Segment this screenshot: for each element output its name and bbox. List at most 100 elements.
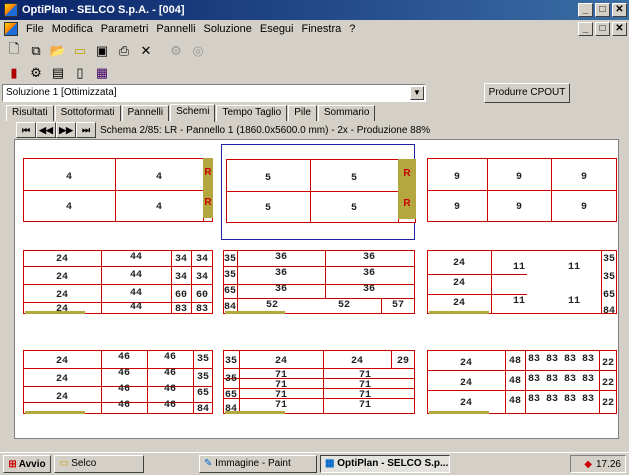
tab-sommario[interactable]: Sommario <box>317 105 376 121</box>
doc-maximize-button[interactable]: □ <box>595 22 610 36</box>
piece-label: 24 <box>55 272 68 283</box>
piece-label: 24 <box>55 374 68 385</box>
piece-label: 65 <box>224 390 237 401</box>
folder-icon[interactable]: ▭ <box>70 41 90 61</box>
piece-label: 9 <box>580 172 587 183</box>
piece-label: 34 <box>174 272 187 283</box>
piece-label: 83 <box>581 394 594 405</box>
gear-icon[interactable]: ⚙ <box>26 63 46 83</box>
menu-parametri[interactable]: Parametri <box>97 23 153 35</box>
minimize-button[interactable]: _ <box>578 3 593 17</box>
chevron-down-icon[interactable]: ▼ <box>410 86 424 100</box>
save-icon[interactable]: ▣ <box>92 41 112 61</box>
piece-label: 34 <box>195 254 208 265</box>
piece-label: 84 <box>196 404 209 415</box>
piece-label: 24 <box>55 290 68 301</box>
piece-label: 24 <box>55 304 68 315</box>
tab-tempo-taglio[interactable]: Tempo Taglio <box>216 105 288 121</box>
piece-label: 35 <box>602 272 615 283</box>
piece-label: 84 <box>224 404 237 415</box>
doc-close-button[interactable]: ✕ <box>612 22 627 36</box>
new-icon[interactable]: 🗋 <box>4 41 24 61</box>
piece-label: 24 <box>55 392 68 403</box>
gear-disabled-icon[interactable]: ⚙ <box>166 41 186 61</box>
piece-label: 35 <box>224 374 237 385</box>
cutting-scheme-2: 5 5 R 5 5 R <box>221 144 416 240</box>
monitor-icon[interactable]: ▤ <box>48 63 68 83</box>
windows-logo-icon: ⊞ <box>8 458 17 470</box>
first-schema-button[interactable]: ⏮ <box>16 122 36 138</box>
circle-disabled-icon[interactable]: ◎ <box>188 41 208 61</box>
remnant-label: R <box>398 159 416 189</box>
piece-label: 5 <box>264 203 271 214</box>
system-tray: ◆ 17.26 <box>570 455 626 473</box>
task-selco[interactable]: ▭ Selco <box>54 455 144 473</box>
piece-label: 48 <box>508 356 521 367</box>
doc-minimize-button[interactable]: _ <box>578 22 593 36</box>
next-schema-button[interactable]: ▶▶ <box>56 122 76 138</box>
produrre-cpout-button[interactable]: Produrre CPOUT <box>484 83 570 103</box>
document-window-icon <box>4 22 18 36</box>
cutting-scheme-7: 24 46 46 35 24 46 46 35 46 46 65 24 46 46 84 <box>19 344 213 440</box>
piece-label: 22 <box>601 398 614 409</box>
task-paint[interactable]: ✎ Immagine - Paint <box>199 455 317 473</box>
tab-pannelli[interactable]: Pannelli <box>121 105 170 121</box>
piece-label: 11 <box>567 296 580 307</box>
last-schema-button[interactable]: ⏭ <box>76 122 96 138</box>
document-icon[interactable]: ▯ <box>70 63 90 83</box>
piece-label: 4 <box>155 202 162 213</box>
tab-sottoformati[interactable]: Sottoformati <box>54 105 121 121</box>
piece-label: 46 <box>163 352 176 363</box>
prev-schema-button[interactable]: ◀◀ <box>36 122 56 138</box>
menu-esegui[interactable]: Esegui <box>256 23 298 35</box>
book-icon[interactable]: ▮ <box>4 63 24 83</box>
tab-pile[interactable]: Pile <box>288 105 317 121</box>
menu-soluzione[interactable]: Soluzione <box>200 23 256 35</box>
maximize-button[interactable]: □ <box>595 3 610 17</box>
copy-icon[interactable]: ⧉ <box>26 41 46 61</box>
chart-icon[interactable]: ▦ <box>92 63 112 83</box>
tab-schemi[interactable]: Schemi <box>170 104 216 122</box>
piece-label: 9 <box>515 172 522 183</box>
menu-file[interactable]: File <box>22 23 48 35</box>
delete-icon[interactable]: ✕ <box>136 41 156 61</box>
piece-label: 84 <box>223 302 236 313</box>
start-button[interactable]: ⊞ Avvio <box>3 455 51 473</box>
solution-select-value: Soluzione 1 [Ottimizzata] <box>6 87 117 98</box>
piece-label: 36 <box>274 252 287 263</box>
open-icon[interactable]: 📂 <box>48 41 68 61</box>
cut-line <box>427 190 617 191</box>
piece-label: 83 <box>545 394 558 405</box>
piece-label: 5 <box>350 203 357 214</box>
task-optiplan[interactable]: ▦ OptiPlan - SELCO S.p... <box>320 455 450 473</box>
waste-strip <box>25 411 85 414</box>
menu-help[interactable]: ? <box>345 23 359 35</box>
tab-risultati[interactable]: Risultati <box>6 105 54 121</box>
print-icon[interactable]: ⎙ <box>114 41 134 61</box>
cutting-scheme-5: 35 36 36 35 36 36 65 36 36 84 52 52 57 <box>221 244 415 340</box>
piece-label: 34 <box>195 272 208 283</box>
menu-finestra[interactable]: Finestra <box>298 23 346 35</box>
tab-bar: Risultati Sottoformati Pannelli Schemi T… <box>6 103 376 122</box>
volume-icon[interactable]: ◆ <box>584 459 592 470</box>
piece-label: 83 <box>545 374 558 385</box>
task-label: OptiPlan - SELCO S.p... <box>337 458 449 469</box>
cut-line <box>223 368 415 369</box>
piece-label: 36 <box>362 252 375 263</box>
menu-pannelli[interactable]: Pannelli <box>152 23 199 35</box>
piece-label: 46 <box>117 352 130 363</box>
piece-label: 5 <box>350 173 357 184</box>
piece-label: 84 <box>602 306 615 317</box>
piece-label: 24 <box>55 254 68 265</box>
piece-label: 11 <box>567 262 580 273</box>
piece-label: 22 <box>601 378 614 389</box>
piece-label: 11 <box>512 262 525 273</box>
piece-label: 46 <box>117 400 130 411</box>
piece-label: 36 <box>274 284 287 295</box>
close-button[interactable]: ✕ <box>612 3 627 17</box>
piece-label: 4 <box>155 172 162 183</box>
piece-label: 9 <box>453 172 460 183</box>
menu-modifica[interactable]: Modifica <box>48 23 97 35</box>
solution-select[interactable]: Soluzione 1 [Ottimizzata] ▼ <box>2 84 426 102</box>
piece-label: 83 <box>527 354 540 365</box>
